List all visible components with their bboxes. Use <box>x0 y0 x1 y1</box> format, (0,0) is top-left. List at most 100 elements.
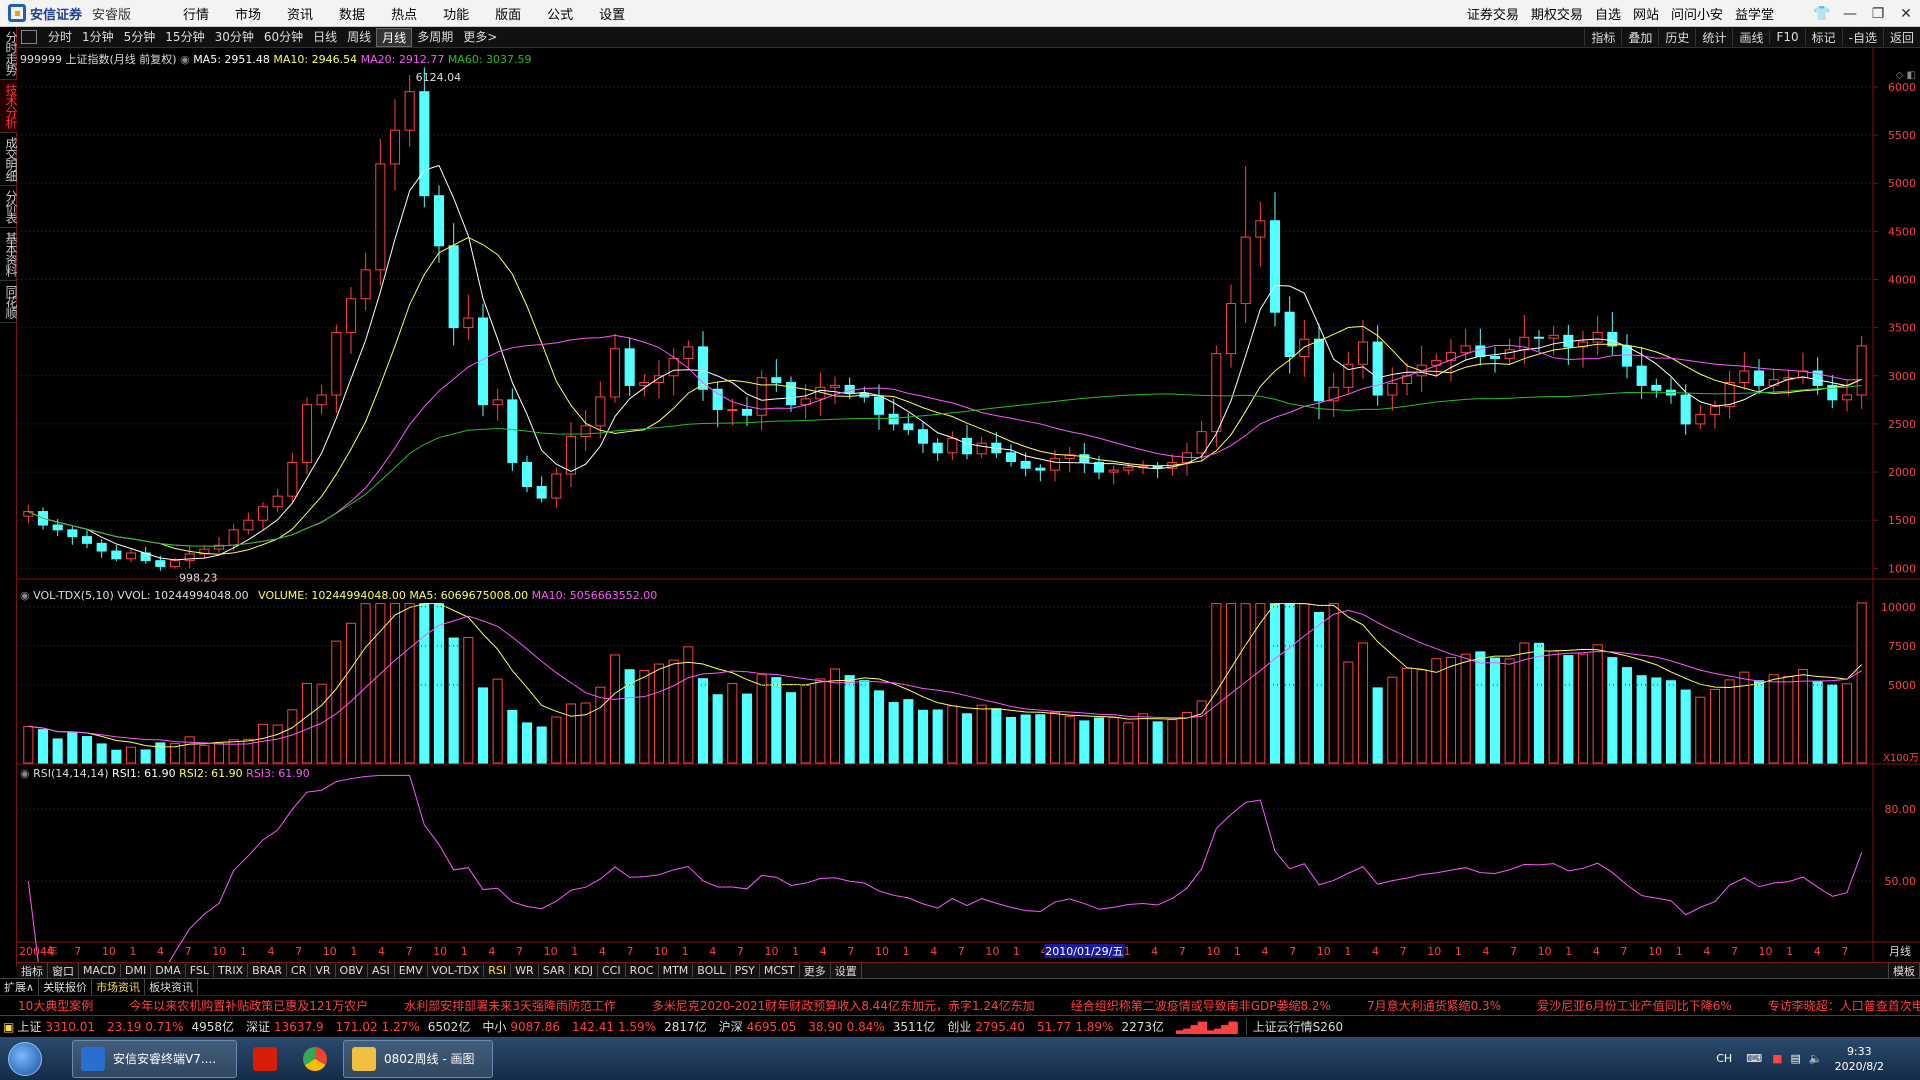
ticker-item[interactable]: 10大典型案例 <box>0 997 111 1014</box>
left-tab[interactable]: 技术分析 <box>0 80 18 133</box>
indicator-tab[interactable]: RSI <box>484 964 512 977</box>
task-paint[interactable]: 0802周线 - 画图 <box>343 1039 493 1078</box>
tray-app-icon[interactable]: ■ <box>1772 1052 1782 1065</box>
left-tab[interactable]: 成交明细 <box>0 133 18 186</box>
close-icon[interactable]: ✕ <box>1892 6 1920 22</box>
ticker-item[interactable]: 多米尼克2020-2021财年财政预算收入8.44亿东加元，赤字1.24亿东加 <box>634 997 1053 1014</box>
indicator-tab[interactable]: VOL-TDX <box>428 964 485 977</box>
left-tab[interactable]: 分时走势 <box>0 27 18 80</box>
period-item[interactable]: 15分钟 <box>160 28 209 47</box>
period-tool[interactable]: 标记 <box>1804 28 1842 46</box>
menu-item[interactable]: 热点 <box>378 4 430 23</box>
index-item[interactable]: 深证 13637.9 171.02 1.27% 6502亿 <box>246 1018 470 1035</box>
indicator-tab[interactable]: TRIX <box>214 964 249 977</box>
indicator-tab[interactable]: SAR <box>539 964 571 977</box>
news-tab[interactable]: 市场资讯 <box>92 979 146 995</box>
indicator-tab[interactable]: ROC <box>626 964 659 977</box>
task-chrome[interactable] <box>293 1040 337 1078</box>
indicator-tab[interactable]: EMV <box>395 964 428 977</box>
menu-right-link[interactable]: 问问小安 <box>1665 4 1729 23</box>
period-item[interactable]: 30分钟 <box>210 28 259 47</box>
menu-item[interactable]: 数据 <box>326 4 378 23</box>
indicator-tab[interactable]: 更多 <box>800 962 831 979</box>
menu-right-link[interactable]: 证券交易 <box>1461 4 1525 23</box>
menu-right-link[interactable]: 自选 <box>1589 4 1627 23</box>
period-tool[interactable]: 画线 <box>1732 28 1769 46</box>
period-item[interactable]: 5分钟 <box>119 28 161 47</box>
period-tool[interactable]: 指标 <box>1584 28 1621 46</box>
menu-item[interactable]: 行情 <box>170 4 222 23</box>
period-item[interactable]: 月线 <box>376 27 413 47</box>
indicator-tab[interactable]: DMI <box>121 964 152 977</box>
indicator-tab[interactable]: VR <box>311 964 336 977</box>
network-icon[interactable]: ▤ <box>1790 1052 1800 1065</box>
menu-item[interactable]: 资讯 <box>274 4 326 23</box>
panel-options-icon[interactable]: ◇ ◧ <box>1896 70 1916 81</box>
settings-circle-icon[interactable]: ◉ <box>20 767 33 780</box>
indicator-tab[interactable]: CCI <box>598 964 626 977</box>
period-tool[interactable]: 统计 <box>1695 28 1732 46</box>
indicator-tab[interactable]: BOLL <box>693 964 731 977</box>
period-tool[interactable]: 历史 <box>1658 28 1695 46</box>
ticker-item[interactable]: 专访李晓超：人口普查首次电子化登 <box>1750 997 1920 1014</box>
ticker-item[interactable]: 经合组织称第二波疫情或导致南非GDP萎缩8.2% <box>1053 997 1349 1014</box>
indicator-tab[interactable]: CR <box>287 964 312 977</box>
period-item[interactable]: 分时 <box>43 28 77 47</box>
ticker-item[interactable]: 今年以来农机购置补贴政策已惠及121万农户 <box>111 997 386 1014</box>
chart-canvas[interactable]: 6000550050004500400035003000250020001500… <box>17 48 1920 962</box>
menu-item[interactable]: 功能 <box>430 4 482 23</box>
indicator-tab[interactable]: ASI <box>368 964 395 977</box>
menu-item[interactable]: 市场 <box>222 4 274 23</box>
ticker-item[interactable]: 7月意大利通货紧缩0.3% <box>1349 997 1519 1014</box>
indicator-tab[interactable]: MACD <box>79 964 121 977</box>
task-pdf[interactable] <box>243 1040 287 1078</box>
indicator-tab[interactable]: MTM <box>659 964 694 977</box>
menu-right-link[interactable]: 期权交易 <box>1525 4 1589 23</box>
menu-item[interactable]: 设置 <box>586 4 638 23</box>
indicator-tab[interactable]: 窗口 <box>48 962 79 979</box>
period-item[interactable]: 60分钟 <box>259 28 308 47</box>
indicator-tab[interactable]: FSL <box>186 964 214 977</box>
news-tab[interactable]: 关联报价 <box>39 979 93 995</box>
indicator-tab[interactable]: 指标 <box>17 962 48 979</box>
ticker-item[interactable]: 水利部安排部署未来3天强降雨防范工作 <box>386 997 634 1014</box>
language-indicator[interactable]: CH <box>1716 1052 1732 1065</box>
menu-item[interactable]: 公式 <box>534 4 586 23</box>
template-button[interactable]: 模板 <box>1888 962 1920 979</box>
panel-toggle-icon[interactable] <box>21 30 37 44</box>
indicator-tab[interactable]: OBV <box>336 964 368 977</box>
period-tool[interactable]: -自选 <box>1841 28 1883 46</box>
period-item[interactable]: 多周期 <box>412 28 458 47</box>
period-tool[interactable]: 返回 <box>1882 28 1920 46</box>
period-item[interactable]: 日线 <box>308 28 342 47</box>
period-item[interactable]: 1分钟 <box>77 28 119 47</box>
restore-icon[interactable]: ❐ <box>1864 6 1892 22</box>
news-tab[interactable]: 扩展∧ <box>0 979 40 995</box>
settings-circle-icon[interactable]: ◉ <box>180 53 193 66</box>
indicator-tab[interactable]: MCST <box>760 964 800 977</box>
indicator-tab[interactable]: DMA <box>151 964 186 977</box>
menu-right-link[interactable]: 益学堂 <box>1729 4 1780 23</box>
shirt-icon[interactable]: 👕 <box>1808 6 1836 22</box>
period-item[interactable]: 周线 <box>342 28 376 47</box>
indicator-tab[interactable]: WR <box>511 964 539 977</box>
indicator-tab[interactable]: BRAR <box>248 964 288 977</box>
task-anxin[interactable]: 安信安睿终端V7.... <box>72 1039 237 1078</box>
left-tab[interactable]: 基本资料 <box>0 228 18 281</box>
index-item[interactable]: 上证 3310.01 23.19 0.71% 4958亿 <box>17 1018 234 1035</box>
index-item[interactable]: 沪深 4695.05 38.90 0.84% 3511亿 <box>719 1018 936 1035</box>
cloud-status[interactable]: 上证云行情S260 <box>1245 1018 1343 1035</box>
indicator-tab[interactable]: 设置 <box>831 962 862 979</box>
period-tool[interactable]: 叠加 <box>1621 28 1658 46</box>
index-item[interactable]: 中小 9087.86 142.41 1.59% 2817亿 <box>482 1018 706 1035</box>
period-tool[interactable]: F10 <box>1769 30 1804 44</box>
index-item[interactable]: 创业 2795.40 51.77 1.89% 2273亿 <box>947 1018 1164 1035</box>
left-tab[interactable]: 同花顺 <box>0 281 18 323</box>
start-button[interactable] <box>0 1037 50 1080</box>
news-tab[interactable]: 板块资讯 <box>145 979 199 995</box>
ticker-item[interactable]: 爱沙尼亚6月份工业产值同比下降6% <box>1519 997 1750 1014</box>
indicator-tab[interactable]: KDJ <box>570 964 598 977</box>
settings-circle-icon[interactable]: ◉ <box>20 589 33 602</box>
menu-item[interactable]: 版面 <box>482 4 534 23</box>
clock[interactable]: 9:33 2020/8/2 <box>1835 1044 1884 1074</box>
